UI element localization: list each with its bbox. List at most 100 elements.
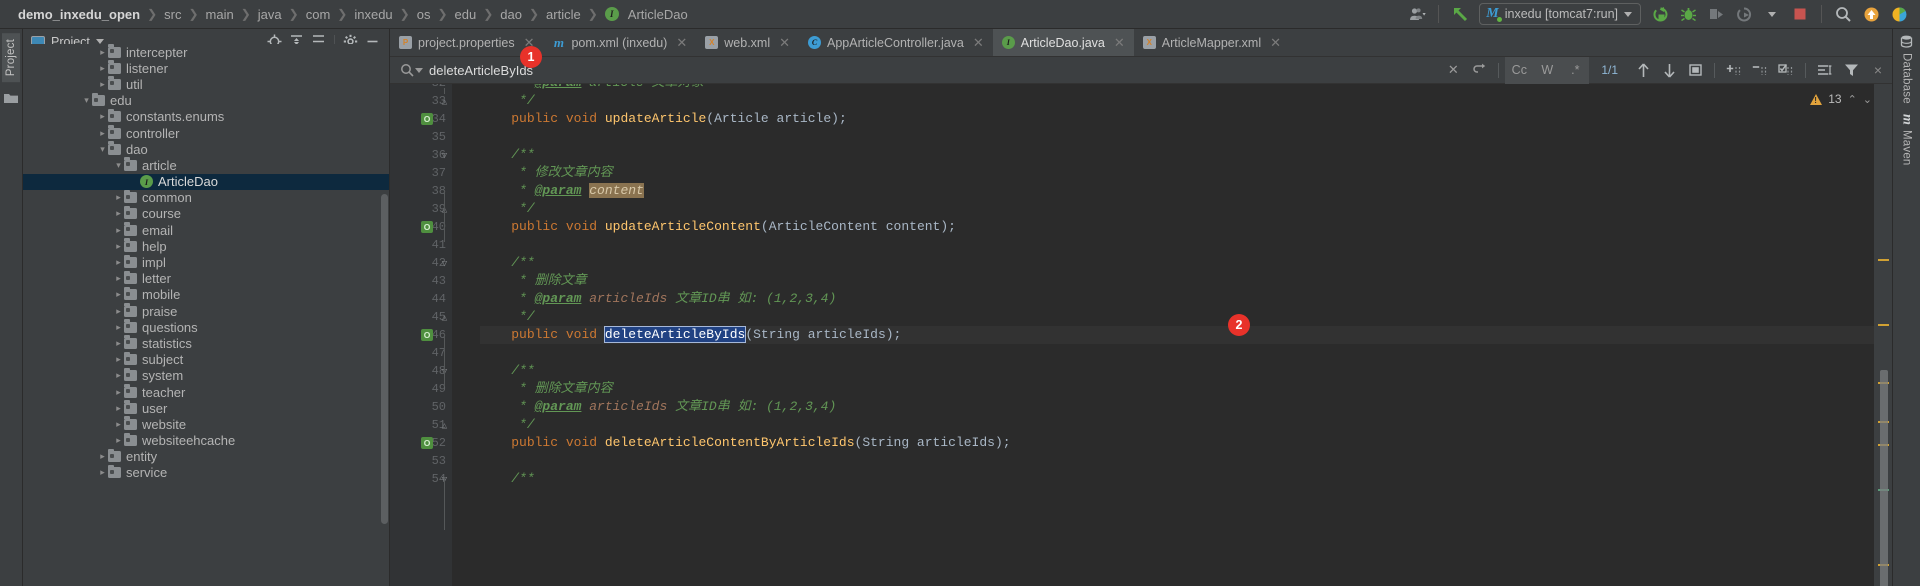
code-line[interactable]: * 删除文章内容	[480, 380, 1874, 398]
prev-occurrence-button[interactable]	[1630, 59, 1656, 81]
breadcrumb-item-demo-inxedu-open[interactable]: demo_inxedu_open	[14, 7, 144, 22]
implementation-marker-icon[interactable]: O	[421, 437, 433, 449]
tree-node[interactable]: ▸ user	[23, 400, 389, 416]
tree-node[interactable]: ▸ service	[23, 464, 389, 481]
run-configuration-selector[interactable]: M inxedu [tomcat7:run]	[1479, 3, 1641, 25]
project-tree[interactable]: ▸ intercepter ▸ listener ▸ util ▾ edu ▸ constants…	[23, 44, 389, 586]
profile-dropdown[interactable]	[1759, 2, 1785, 26]
code-line[interactable]: */	[480, 416, 1874, 434]
code-line[interactable]: */	[480, 308, 1874, 326]
run-with-coverage-button[interactable]	[1703, 2, 1729, 26]
next-problem-button[interactable]: ⌄	[1863, 93, 1872, 106]
tree-node[interactable]: ▸ teacher	[23, 384, 389, 400]
breadcrumb-item-com[interactable]: com	[302, 7, 335, 22]
tree-node[interactable]: ▸ letter	[23, 270, 389, 287]
code-text[interactable]: * @param article 文章对象 */ public void upd…	[452, 84, 1874, 586]
user-silhouette-icon[interactable]	[1404, 2, 1430, 26]
chevron-right-icon[interactable]: ▸	[97, 63, 108, 74]
line-number-gutter[interactable]: 32 33△ 34O 35 36▽ 37 38 39△40O 41 42▽ 43 44 45△ 46O 47…	[390, 84, 452, 586]
chevron-right-icon[interactable]: ▸	[113, 241, 124, 252]
editor-tab-articledao-java[interactable]: I ArticleDao.java ✕	[992, 29, 1134, 56]
tree-node[interactable]: ▸ intercepter	[23, 44, 389, 60]
tree-node-selected[interactable]: I ArticleDao	[23, 173, 389, 190]
tree-node[interactable]: ▸ system	[23, 367, 389, 384]
search-field-wrapper[interactable]	[396, 59, 726, 81]
tree-node[interactable]: ▸ entity	[23, 448, 389, 465]
chevron-right-icon[interactable]: ▸	[113, 192, 124, 203]
debug-button[interactable]	[1675, 2, 1701, 26]
code-line[interactable]: * @param articleIds 文章ID串 如: (1,2,3,4)	[480, 398, 1874, 416]
chevron-down-icon[interactable]	[1624, 11, 1632, 17]
fold-end-icon[interactable]: △	[440, 313, 449, 323]
tree-node[interactable]: ▸ subject	[23, 351, 389, 368]
implementation-marker-icon[interactable]: O	[421, 113, 433, 125]
code-line[interactable]: */	[480, 200, 1874, 218]
chevron-right-icon[interactable]: ▸	[113, 273, 124, 284]
tree-node[interactable]: ▾ article	[23, 157, 389, 173]
breadcrumb-item-dao[interactable]: dao	[496, 7, 526, 22]
chevron-right-icon[interactable]: ▸	[113, 370, 124, 381]
tree-node[interactable]: ▸ website	[23, 416, 389, 432]
code-line[interactable]: */	[480, 92, 1874, 110]
close-icon[interactable]: ✕	[973, 35, 984, 51]
tree-node[interactable]: ▾ edu	[23, 92, 389, 109]
implementation-marker-icon[interactable]: O	[421, 329, 433, 341]
editor-tab-pom-xml-inxedu-[interactable]: m pom.xml (inxedu) ✕	[543, 29, 696, 56]
tree-node[interactable]: ▸ constants.enums	[23, 108, 389, 125]
chevron-right-icon[interactable]: ▸	[113, 306, 124, 317]
editor-tab-apparticlecontroller-java[interactable]: C AppArticleController.java ✕	[799, 29, 993, 56]
chevron-right-icon[interactable]: ▸	[113, 225, 124, 236]
fold-end-icon[interactable]: △	[440, 97, 449, 107]
tree-node[interactable]: ▸ common	[23, 189, 389, 206]
chevron-right-icon[interactable]: ▸	[113, 387, 124, 398]
chevron-right-icon[interactable]: ▸	[113, 322, 124, 333]
analysis-gutter[interactable]	[1874, 84, 1892, 586]
implementation-marker-icon[interactable]: O	[421, 221, 433, 233]
code-line[interactable]	[480, 128, 1874, 146]
close-icon[interactable]: ✕	[1270, 35, 1281, 51]
code-line[interactable]: public void updateArticle(Article articl…	[480, 110, 1874, 128]
fold-start-icon[interactable]: ▽	[440, 151, 449, 161]
code-line[interactable]: /**	[480, 254, 1874, 272]
code-line-caret[interactable]: public void deleteArticleByIds(String ar…	[480, 326, 1874, 344]
code-line[interactable]	[480, 452, 1874, 470]
chevron-right-icon[interactable]: ▸	[97, 79, 108, 90]
code-line[interactable]: * @param content	[480, 182, 1874, 200]
match-case-toggle[interactable]: Cc	[1505, 56, 1534, 84]
chevron-right-icon[interactable]: ▸	[97, 451, 108, 462]
run-button[interactable]	[1647, 2, 1673, 26]
code-line[interactable]: * @param article 文章对象	[480, 84, 1874, 92]
code-line[interactable]: /**	[480, 146, 1874, 164]
clear-search-button[interactable]: ✕	[1440, 59, 1466, 81]
regex-toggle[interactable]: .*	[1561, 56, 1590, 84]
tree-node[interactable]: ▸ util	[23, 76, 389, 92]
chevron-right-icon[interactable]: ▸	[97, 128, 108, 139]
tree-node[interactable]: ▾ dao	[23, 141, 389, 157]
breadcrumb-item-file[interactable]: I ArticleDao	[601, 7, 692, 22]
add-selection-icon[interactable]	[1721, 59, 1747, 81]
code-line[interactable]: * 删除文章	[480, 272, 1874, 290]
tree-node[interactable]: ▸ help	[23, 238, 389, 254]
editor-tab-web-xml[interactable]: Xweb.xml ✕	[696, 29, 799, 56]
chevron-right-icon[interactable]: ▸	[97, 467, 108, 478]
fold-end-icon[interactable]: △	[440, 421, 449, 431]
breadcrumb-item-java[interactable]: java	[254, 7, 286, 22]
filter-icon[interactable]	[1838, 59, 1864, 81]
editor-tab-articlemapper-xml[interactable]: X ArticleMapper.xml ✕	[1134, 29, 1290, 56]
tree-node[interactable]: ▸ course	[23, 205, 389, 222]
tree-node[interactable]: ▸ email	[23, 222, 389, 238]
chevron-right-icon[interactable]: ▸	[113, 208, 124, 219]
breadcrumb-item-src[interactable]: src	[160, 7, 185, 22]
chevron-right-icon[interactable]: ▸	[113, 403, 124, 414]
chevron-right-icon[interactable]: ▸	[113, 435, 124, 446]
chevron-right-icon[interactable]: ▸	[113, 354, 124, 365]
breadcrumb-item-os[interactable]: os	[413, 7, 435, 22]
chevron-down-icon[interactable]: ▾	[113, 160, 124, 171]
chevron-right-icon[interactable]: ▸	[97, 47, 108, 58]
tree-node[interactable]: ▸ mobile	[23, 286, 389, 303]
in-selection-icon[interactable]	[1812, 59, 1838, 81]
code-line[interactable]: public void deleteArticleContentByArticl…	[480, 434, 1874, 452]
code-line[interactable]: /**	[480, 470, 1874, 488]
sidebar-item-maven[interactable]: m Maven	[1899, 114, 1915, 166]
tree-node[interactable]: ▸ statistics	[23, 335, 389, 351]
